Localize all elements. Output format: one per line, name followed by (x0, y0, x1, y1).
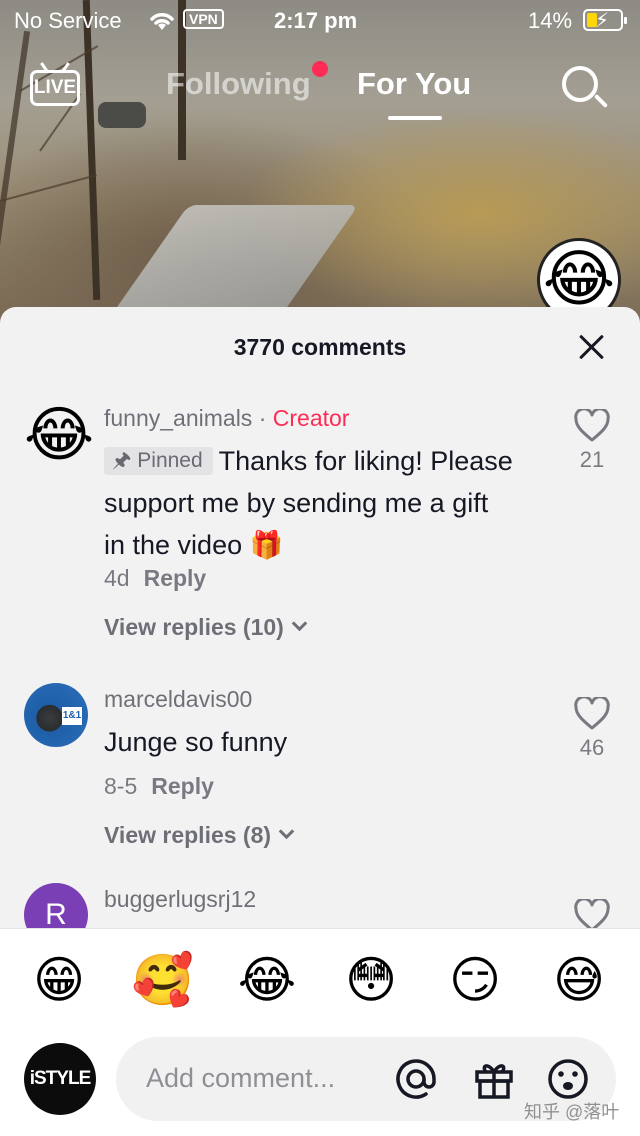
search-icon (562, 66, 598, 102)
like-count: 21 (579, 447, 605, 472)
like-count: 46 (579, 735, 605, 760)
live-icon: LIVE (30, 70, 80, 106)
carrier-label: No Service (14, 8, 122, 33)
my-avatar[interactable]: iSTYLE (24, 1043, 96, 1115)
view-replies-button[interactable]: View replies (10) (104, 614, 308, 641)
comment-body: Junge so funny (104, 727, 288, 757)
view-replies-label: View replies (10) (104, 614, 284, 640)
like-button[interactable]: 21 (568, 409, 616, 473)
comment-age: 4d (104, 565, 130, 591)
comment-meta: 4d Reply (104, 565, 206, 592)
reply-button[interactable]: Reply (144, 565, 207, 591)
creator-badge: Creator (272, 405, 350, 431)
like-button[interactable]: 46 (568, 697, 616, 761)
vpn-badge: VPN (183, 9, 224, 29)
comments-count-title: 3770 comments (233, 334, 407, 360)
video-rock (98, 102, 146, 128)
emoji-button[interactable]: 😏 (440, 945, 510, 1015)
comment-username[interactable]: funny_animals · Creator (104, 405, 349, 432)
comment-age: 8-5 (104, 773, 138, 799)
avatar[interactable]: 😂 (24, 403, 94, 467)
view-replies-button[interactable]: View replies (8) (104, 822, 295, 849)
avatar-logo: 1&1 (62, 707, 82, 725)
comment-username[interactable]: buggerlugsrj12 (104, 886, 256, 913)
comment-username[interactable]: marceldavis00 (104, 686, 252, 713)
emoji-picker-icon[interactable] (546, 1057, 590, 1101)
status-bar: No Service VPN 2:17 pm 14% ⚡ (0, 0, 640, 44)
active-tab-indicator (388, 116, 442, 120)
battery-percent: 14% (528, 8, 573, 33)
video-branch (0, 174, 97, 202)
comment-input-placeholder: Add comment... (146, 1063, 336, 1093)
video-stream-shape (111, 205, 359, 315)
emoji-button[interactable]: 😅 (544, 945, 614, 1015)
gift-icon[interactable] (472, 1057, 516, 1101)
chevron-down-icon (278, 823, 295, 840)
heart-icon (574, 697, 610, 730)
clock: 2:17 pm (274, 8, 358, 33)
comment-text: 🖈 Pinned Thanks for liking! Please suppor… (104, 440, 514, 566)
heart-icon (574, 409, 610, 442)
pinned-badge: 🖈 Pinned (104, 447, 213, 475)
pinned-label: Pinned (137, 449, 203, 472)
separator: · (252, 405, 273, 431)
tab-following[interactable]: Following (166, 66, 311, 102)
watermark: 知乎 @落叶 (524, 1102, 620, 1122)
close-icon[interactable] (576, 331, 608, 363)
pin-icon: 🖈 (112, 449, 138, 472)
search-button[interactable] (560, 64, 609, 112)
emoji-button[interactable]: 🥰 (128, 945, 198, 1015)
live-button[interactable]: LIVE (30, 62, 80, 106)
emoji-button[interactable]: 😂 (232, 945, 302, 1015)
comment-meta: 8-5 Reply (104, 773, 214, 800)
username-text: funny_animals (104, 405, 253, 431)
comments-header: 3770 comments (0, 307, 640, 387)
mention-icon[interactable] (394, 1057, 438, 1101)
emoji-button[interactable]: 😳 (336, 945, 406, 1015)
wifi-icon (150, 13, 174, 30)
notification-dot (312, 61, 328, 77)
view-replies-label: View replies (8) (104, 822, 272, 848)
chevron-down-icon (291, 615, 308, 632)
tab-for-you[interactable]: For You (357, 66, 471, 102)
emoji-button[interactable]: 😁 (24, 945, 94, 1015)
battery-icon: ⚡ (583, 9, 627, 32)
emoji-quick-bar: 😁 🥰 😂 😳 😏 😅 (0, 945, 640, 1015)
video-tree (0, 30, 31, 290)
reply-button[interactable]: Reply (151, 773, 214, 799)
avatar[interactable]: 1&1 (24, 683, 88, 747)
